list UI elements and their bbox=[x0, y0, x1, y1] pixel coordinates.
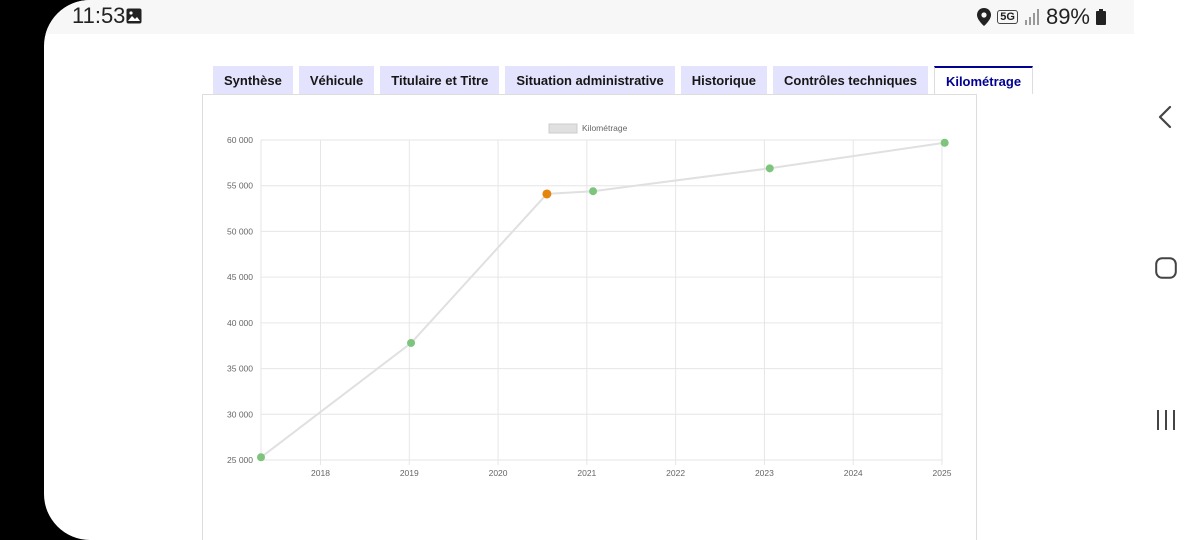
y-tick-label: 35 000 bbox=[227, 364, 253, 374]
signal-icon bbox=[1024, 9, 1039, 25]
y-tick-label: 50 000 bbox=[227, 226, 253, 236]
x-tick-label: 2021 bbox=[577, 468, 596, 478]
app-screen: 11:53 5G 89% Synthèse Véhicule Titulaire… bbox=[44, 0, 1134, 540]
location-icon bbox=[977, 8, 992, 26]
legend-label: Kilométrage bbox=[582, 123, 628, 133]
x-tick-label: 2023 bbox=[755, 468, 774, 478]
x-tick-label: 2025 bbox=[933, 468, 952, 478]
data-point bbox=[589, 187, 598, 196]
y-tick-label: 45 000 bbox=[227, 272, 253, 282]
tab-bar: Synthèse Véhicule Titulaire et Titre Sit… bbox=[213, 66, 1034, 94]
x-tick-label: 2019 bbox=[400, 468, 419, 478]
tab-kilometrage[interactable]: Kilométrage bbox=[933, 66, 1034, 94]
status-right: 5G 89% bbox=[977, 3, 1106, 31]
data-point bbox=[257, 453, 265, 462]
recent-apps-icon[interactable] bbox=[1155, 408, 1177, 432]
gallery-icon bbox=[126, 8, 142, 24]
y-tick-label: 60 000 bbox=[227, 135, 253, 145]
tab-panel: Kilométrage 25 000 30 000 35 000 40 000 45 0… bbox=[202, 94, 977, 540]
data-points bbox=[257, 138, 949, 462]
x-tick-label: 2020 bbox=[489, 468, 508, 478]
android-nav-bar bbox=[1134, 0, 1200, 540]
status-time: 11:53 bbox=[72, 3, 126, 28]
x-tick-label: 2024 bbox=[844, 468, 863, 478]
chart-legend: Kilométrage bbox=[548, 123, 628, 134]
home-icon[interactable] bbox=[1155, 257, 1177, 279]
tab-titulaire[interactable]: Titulaire et Titre bbox=[380, 66, 500, 94]
network-type-icon: 5G bbox=[997, 10, 1018, 24]
y-axis-labels: 25 000 30 000 35 000 40 000 45 000 50 000 55 0… bbox=[227, 135, 253, 465]
battery-icon bbox=[1096, 9, 1106, 25]
tab-synthese[interactable]: Synthèse bbox=[213, 66, 293, 94]
x-tick-label: 2022 bbox=[666, 468, 685, 478]
battery-level: 89% bbox=[1045, 4, 1090, 29]
tab-controles-techniques[interactable]: Contrôles techniques bbox=[773, 66, 928, 94]
back-icon[interactable] bbox=[1158, 105, 1172, 129]
status-bar: 11:53 5G 89% bbox=[44, 0, 1134, 34]
tab-historique[interactable]: Historique bbox=[680, 66, 768, 94]
chart-grid bbox=[260, 139, 943, 465]
y-tick-label: 55 000 bbox=[227, 181, 253, 191]
y-tick-label: 25 000 bbox=[227, 455, 253, 465]
data-point-highlighted bbox=[542, 189, 552, 199]
x-tick-label: 2018 bbox=[311, 468, 330, 478]
y-tick-label: 30 000 bbox=[227, 409, 253, 419]
series-line-kilometrage bbox=[260, 141, 945, 459]
data-point bbox=[407, 338, 416, 347]
y-tick-label: 40 000 bbox=[227, 318, 253, 328]
legend-swatch bbox=[548, 123, 578, 134]
mileage-chart: Kilométrage 25 000 30 000 35 000 40 000 45 0… bbox=[227, 123, 952, 478]
x-axis-labels: 2018 2019 2020 2021 2022 2023 2024 2025 bbox=[311, 468, 952, 478]
data-point bbox=[765, 164, 774, 173]
tab-vehicule[interactable]: Véhicule bbox=[298, 66, 375, 94]
data-point bbox=[940, 138, 949, 147]
tab-situation-administrative[interactable]: Situation administrative bbox=[505, 66, 675, 94]
